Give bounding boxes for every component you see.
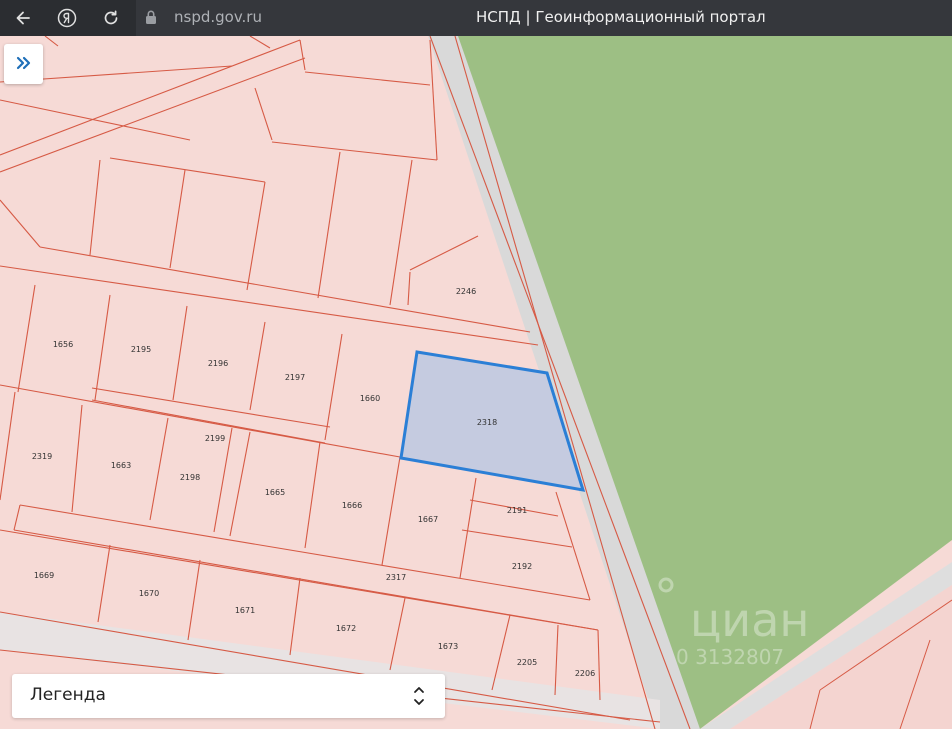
parcel-label[interactable]: 2196 [208, 359, 228, 368]
legend-label: Легенда [30, 685, 106, 705]
parcel-label[interactable]: 1670 [139, 589, 159, 598]
lock-icon [144, 9, 158, 29]
parcel-label[interactable]: 1665 [265, 488, 285, 497]
parcel-label[interactable]: 1669 [34, 571, 54, 580]
parcel-label[interactable]: 2319 [32, 452, 52, 461]
parcel-label[interactable]: 1667 [418, 515, 438, 524]
url-text: nspd.gov.ru [174, 8, 262, 26]
parcel-label[interactable]: 2205 [517, 658, 537, 667]
watermark-number: 0 3132807 [676, 645, 784, 669]
back-arrow-icon[interactable] [6, 0, 40, 36]
updown-chevron-icon [413, 685, 425, 711]
yandex-logo-icon[interactable] [50, 0, 84, 36]
parcel-label[interactable]: 1656 [53, 340, 73, 349]
expand-panel-button[interactable] [4, 44, 43, 84]
parcel-label[interactable]: 1660 [360, 394, 380, 403]
parcel-label[interactable]: 1663 [111, 461, 131, 470]
parcel-label[interactable]: 1673 [438, 642, 458, 651]
watermark-brand: циан [690, 593, 809, 647]
parcel-label[interactable]: 2197 [285, 373, 305, 382]
parcel-label[interactable]: 2195 [131, 345, 151, 354]
double-chevron-right-icon [16, 55, 32, 74]
parcel-label[interactable]: 2318 [477, 418, 497, 427]
parcel-label[interactable]: 2192 [512, 562, 532, 571]
parcel-label[interactable]: 1671 [235, 606, 255, 615]
parcel-label[interactable]: 2199 [205, 434, 225, 443]
parcel-label[interactable]: 2206 [575, 669, 595, 678]
page-title: НСПД | Геоинформационный портал [476, 8, 766, 26]
parcel-label[interactable]: 1666 [342, 501, 362, 510]
legend-dropdown[interactable]: Легенда [12, 674, 445, 718]
cadastral-map[interactable]: 2246 1656 2195 2196 2197 1660 2318 2319 … [0, 36, 952, 729]
parcel-label[interactable]: 2246 [456, 287, 476, 296]
parcel-label[interactable]: 2198 [180, 473, 200, 482]
parcel-label[interactable]: 2191 [507, 506, 527, 515]
parcel-label[interactable]: 2317 [386, 573, 406, 582]
reload-icon[interactable] [94, 0, 128, 36]
browser-toolbar: nspd.gov.ru НСПД | Геоинформационный пор… [0, 0, 952, 36]
parcel-label[interactable]: 1672 [336, 624, 356, 633]
address-bar[interactable]: nspd.gov.ru НСПД | Геоинформационный пор… [136, 0, 952, 36]
